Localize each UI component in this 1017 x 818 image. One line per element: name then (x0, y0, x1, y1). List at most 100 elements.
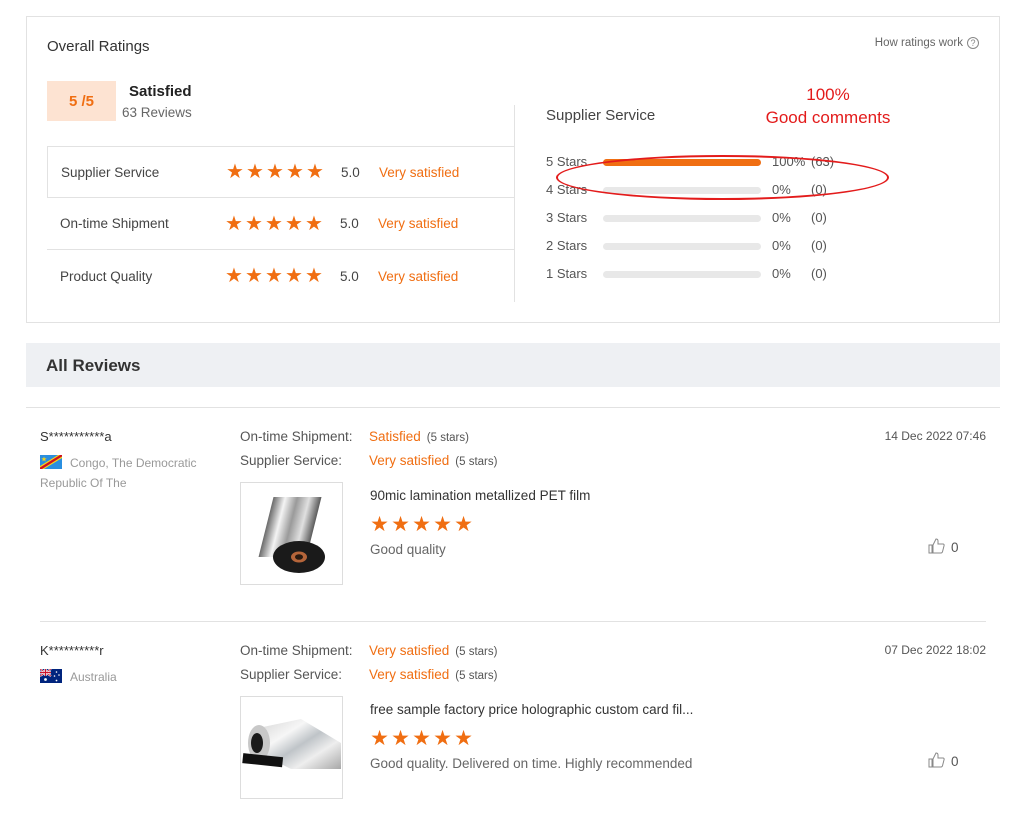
metric-list: Supplier Service ★ ★ ★ ★ ★ 5.0 Very satisfie… (47, 146, 514, 302)
product-title[interactable]: 90mic lamination metallized PET film (370, 488, 750, 503)
criteria-stars: (5 stars) (426, 432, 469, 444)
distribution-bar (603, 159, 761, 166)
star-icon: ★ (370, 513, 389, 536)
reviewer-country: Congo, The Democratic Republic Of The (40, 453, 210, 493)
review-item: K**********r Australia On-time Shipment:… (40, 643, 986, 813)
metric-name: On-time Shipment (60, 216, 169, 231)
star-icon: ★ (412, 513, 431, 536)
country-name: Congo, The Democratic Republic Of The (40, 456, 197, 490)
metric-stars: ★ ★ ★ ★ ★ (226, 161, 324, 183)
star-icon: ★ (370, 727, 389, 750)
star-icon: ★ (433, 513, 452, 536)
distribution-bar (603, 243, 761, 250)
distribution-row-5[interactable]: 5 Stars 100% (63) (546, 152, 876, 180)
star-icon: ★ (306, 161, 324, 183)
metric-score: 5.0 (340, 216, 359, 231)
distribution-label: 2 Stars (546, 238, 588, 253)
metric-row-on-time-shipment[interactable]: On-time Shipment ★ ★ ★ ★ ★ 5.0 Very satisfie… (47, 198, 514, 250)
product-rating-stars: ★ ★ ★ ★ ★ (370, 727, 473, 750)
criteria-shipment: On-time Shipment: Satisfied (5 stars) (240, 429, 640, 453)
reviewer-name: S***********a (40, 429, 112, 444)
thumbs-up-icon (928, 538, 945, 557)
product-title[interactable]: free sample factory price holographic cu… (370, 702, 750, 717)
annotation-line-2: Good comments (765, 108, 891, 127)
distribution-row-2[interactable]: 2 Stars 0% (0) (546, 236, 876, 264)
distribution-label: 3 Stars (546, 210, 588, 225)
distribution-percent: 0% (772, 210, 791, 225)
distribution-bar-fill (603, 159, 761, 166)
review-item: S***********a Congo, The Democratic Repu… (40, 429, 986, 599)
distribution-count: (63) (811, 154, 835, 169)
all-reviews-header: All Reviews (26, 343, 1000, 387)
distribution-count: (0) (811, 266, 827, 281)
criteria-word: Satisfied (369, 429, 421, 444)
reviewer-country: Australia (40, 667, 210, 687)
holographic-roll-image (242, 719, 341, 769)
metric-row-supplier-service[interactable]: Supplier Service ★ ★ ★ ★ ★ 5.0 Very satisfie… (47, 146, 514, 198)
star-icon: ★ (391, 727, 410, 750)
criteria-value: Satisfied (5 stars) (369, 429, 469, 444)
distribution-count: (0) (811, 210, 827, 225)
overall-score-label: Satisfied (129, 83, 192, 100)
criteria-label: On-time Shipment: (240, 429, 353, 444)
metric-name: Supplier Service (61, 164, 160, 180)
criteria-word: Very satisfied (369, 453, 450, 468)
distribution-bar (603, 215, 761, 222)
star-icon: ★ (454, 513, 473, 536)
star-icon: ★ (305, 265, 323, 287)
overall-ratings-title: Overall Ratings (47, 38, 150, 55)
country-name: Australia (70, 670, 117, 684)
like-count: 0 (951, 754, 959, 769)
distribution-row-4[interactable]: 4 Stars 0% (0) (546, 180, 876, 208)
criteria-service: Supplier Service: Very satisfied (5 stars… (240, 453, 640, 477)
metric-score: 5.0 (341, 164, 360, 180)
like-button[interactable]: 0 (928, 538, 959, 557)
star-icon: ★ (225, 265, 243, 287)
distribution-percent: 100% (772, 154, 806, 169)
annotation-line-1: 100% (806, 85, 850, 104)
product-rating-stars: ★ ★ ★ ★ ★ (370, 513, 473, 536)
product-thumbnail[interactable] (240, 696, 343, 799)
distribution-percent: 0% (772, 238, 791, 253)
metric-row-product-quality[interactable]: Product Quality ★ ★ ★ ★ ★ 5.0 Very satisfied (47, 250, 514, 302)
annotation-text: 100% Good comments (743, 83, 913, 129)
distribution-count: (0) (811, 182, 827, 197)
product-thumbnail[interactable] (240, 482, 343, 585)
review-criteria: On-time Shipment: Very satisfied (5 stars… (240, 643, 640, 691)
distribution-percent: 0% (772, 266, 791, 281)
distribution-row-3[interactable]: 3 Stars 0% (0) (546, 208, 876, 236)
criteria-stars: (5 stars) (455, 456, 498, 468)
metric-name: Product Quality (60, 268, 153, 284)
criteria-word: Very satisfied (369, 643, 450, 658)
criteria-label: On-time Shipment: (240, 643, 353, 658)
all-reviews-title: All Reviews (46, 356, 141, 375)
criteria-label: Supplier Service: (240, 667, 343, 682)
distribution-label: 4 Stars (546, 182, 588, 197)
star-icon: ★ (454, 727, 473, 750)
reviewer-name: K**********r (40, 643, 104, 658)
congo-flag-icon (40, 455, 62, 469)
criteria-service: Supplier Service: Very satisfied (5 stars… (240, 667, 640, 691)
criteria-value: Very satisfied (5 stars) (369, 453, 497, 468)
review-date: 07 Dec 2022 18:02 (884, 643, 986, 657)
like-button[interactable]: 0 (928, 752, 959, 771)
metric-stars: ★ ★ ★ ★ ★ (225, 265, 323, 287)
star-icon: ★ (433, 727, 452, 750)
distribution-label: 1 Stars (546, 266, 588, 281)
review-comment: Good quality (370, 542, 446, 557)
metric-score: 5.0 (340, 268, 359, 284)
star-icon: ★ (245, 265, 263, 287)
criteria-value: Very satisfied (5 stars) (369, 643, 497, 658)
star-icon: ★ (305, 212, 323, 235)
star-icon: ★ (225, 212, 243, 235)
star-icon: ★ (226, 161, 244, 183)
distribution-row-1[interactable]: 1 Stars 0% (0) (546, 264, 876, 292)
criteria-value: Very satisfied (5 stars) (369, 667, 497, 682)
star-icon: ★ (391, 513, 410, 536)
rating-distribution: 5 Stars 100% (63) 4 Stars 0% (0) 3 Stars… (546, 152, 876, 292)
how-ratings-work-link[interactable]: How ratings work ? (875, 37, 979, 49)
review-date: 14 Dec 2022 07:46 (884, 429, 986, 443)
distribution-title: Supplier Service (546, 107, 656, 124)
metric-word: Very satisfied (378, 216, 459, 231)
criteria-word: Very satisfied (369, 667, 450, 682)
